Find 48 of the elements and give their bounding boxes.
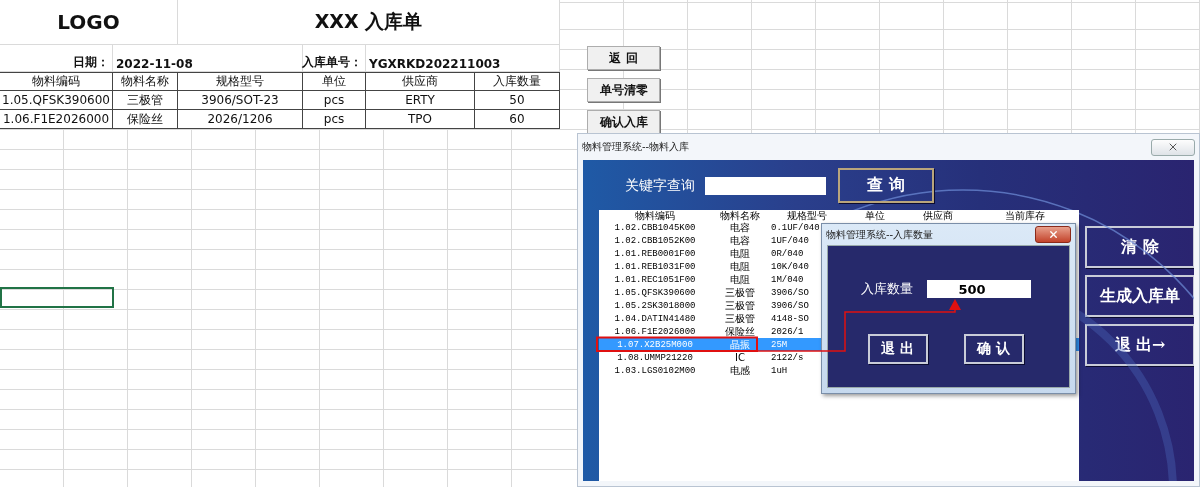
quantity-label: 入库数量 xyxy=(860,280,913,298)
keyword-search-label: 关键字查询 xyxy=(625,176,695,195)
keyword-input[interactable] xyxy=(705,176,826,195)
list-header: 供应商 xyxy=(922,211,954,221)
table-cell: pcs xyxy=(303,110,366,129)
table-cell: 1.05.QFSK390600 xyxy=(0,91,113,110)
dialog-button[interactable]: 退 出 xyxy=(867,334,928,364)
close-button[interactable] xyxy=(1035,226,1071,243)
table-cell: TPO xyxy=(366,110,475,129)
list-header: 规格型号 xyxy=(786,211,828,221)
table-cell: pcs xyxy=(303,91,366,110)
table-cell: 1.06.F1E2026000 xyxy=(0,110,113,129)
column-header: 单位 xyxy=(303,72,366,91)
list-header: 当前库存 xyxy=(1004,211,1046,221)
column-header: 入库数量 xyxy=(475,72,560,91)
dialog-button[interactable]: 确 认 xyxy=(963,334,1024,364)
action-button[interactable]: 生成入库单 xyxy=(1085,275,1194,317)
table-cell: 50 xyxy=(475,91,560,110)
list-header: 物料编码 xyxy=(634,211,676,221)
close-icon xyxy=(1047,229,1059,240)
table-cell: 2026/1206 xyxy=(178,110,303,129)
list-header: 单位 xyxy=(864,211,886,221)
table-cell: 3906/SOT-23 xyxy=(178,91,303,110)
sheet-button[interactable]: 确认入库 xyxy=(587,110,660,134)
sheet-button[interactable]: 返 回 xyxy=(587,46,660,70)
action-button[interactable]: 清 除 xyxy=(1085,226,1194,268)
dialog-title: 物料管理系统--入库数量 xyxy=(826,227,934,242)
table-cell: 60 xyxy=(475,110,560,129)
logo-text: LOGO xyxy=(0,0,178,45)
window-title: 物料管理系统--物料入库 xyxy=(582,140,690,154)
table-cell: 保险丝 xyxy=(113,110,178,129)
column-header: 物料名称 xyxy=(113,72,178,91)
table-cell: ERTY xyxy=(366,91,475,110)
order-number-value: YGXRKD202211003 xyxy=(369,57,501,71)
column-header: 供应商 xyxy=(366,72,475,91)
quantity-input[interactable]: 500 xyxy=(926,280,1031,298)
close-icon xyxy=(1167,141,1179,153)
list-header: 物料名称 xyxy=(719,211,761,221)
sheet-title: XXX 入库单 xyxy=(178,0,560,45)
table-cell: 三极管 xyxy=(113,91,178,110)
order-number-label: 入库单号： xyxy=(302,54,362,71)
column-header: 物料编码 xyxy=(0,72,113,91)
date-value: 2022-11-08 xyxy=(116,57,193,71)
date-label: 日期： xyxy=(73,54,109,71)
sheet-button[interactable]: 单号清零 xyxy=(587,78,660,102)
column-header: 规格型号 xyxy=(178,72,303,91)
search-button[interactable]: 查 询 xyxy=(838,168,934,203)
action-button[interactable]: 退 出→ xyxy=(1085,324,1194,366)
